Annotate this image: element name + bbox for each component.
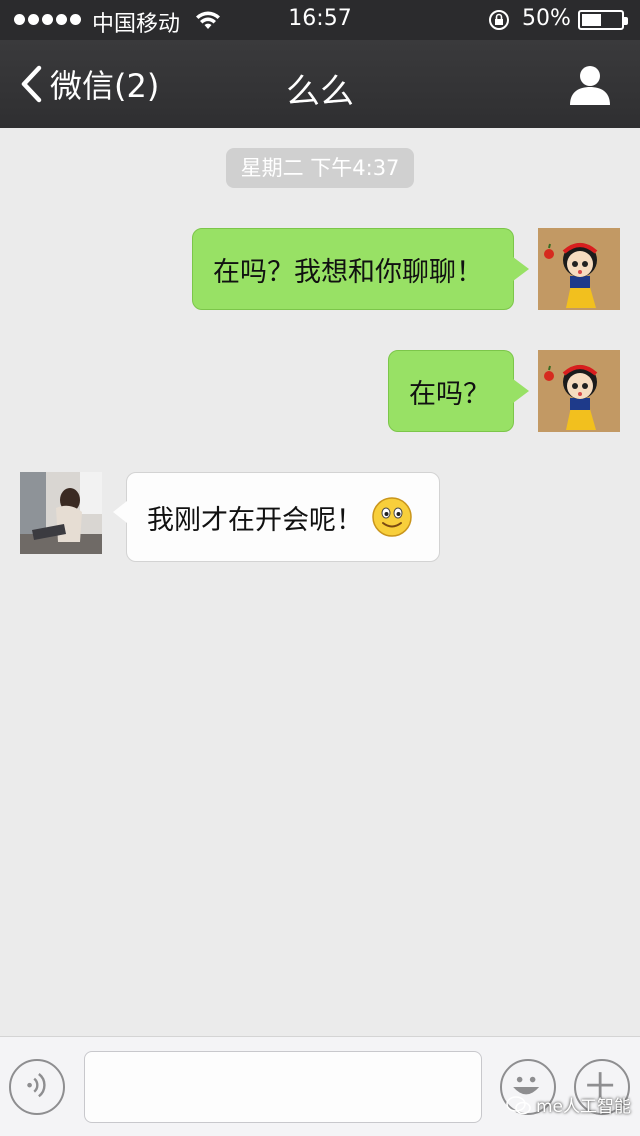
battery-percentage: 50% (522, 6, 571, 31)
my-avatar[interactable] (538, 350, 620, 432)
voice-button[interactable] (9, 1059, 65, 1115)
watermark-text: me人工智能 (536, 1097, 632, 1117)
message-timestamp: 星期二 下午4:37 (226, 148, 414, 188)
chat-title: 么么 (286, 72, 354, 112)
contact-avatar[interactable] (20, 472, 102, 554)
battery-icon (578, 10, 628, 30)
input-bar (0, 1036, 640, 1136)
message-text: 在吗？我想和你聊聊！ (213, 256, 483, 288)
watermark: me人工智能 (506, 1092, 631, 1117)
person-icon[interactable] (568, 64, 612, 106)
received-message[interactable]: 我刚才在开会呢！ (113, 472, 440, 562)
status-bar: 中国移动 16:57 50% (0, 0, 640, 40)
voice-icon (27, 1073, 46, 1098)
message-input[interactable] (84, 1051, 482, 1123)
wechat-logo-icon (506, 1095, 531, 1114)
message-text: 在吗？ (409, 378, 490, 410)
my-avatar[interactable] (538, 228, 620, 310)
chat-area[interactable]: 星期二 下午4:37 在吗？我想和你聊聊！ 在吗？ 我刚才在开会呢！ (0, 128, 640, 1036)
rotation-lock-icon (489, 10, 509, 30)
sent-message[interactable]: 在吗？我想和你聊聊！ (192, 228, 529, 310)
nav-bar: 微信(2) 么么 (0, 40, 640, 128)
sent-message[interactable]: 在吗？ (388, 350, 529, 432)
message-text: 我刚才在开会呢！ (147, 504, 363, 536)
smiley-emoji-icon (372, 497, 412, 537)
